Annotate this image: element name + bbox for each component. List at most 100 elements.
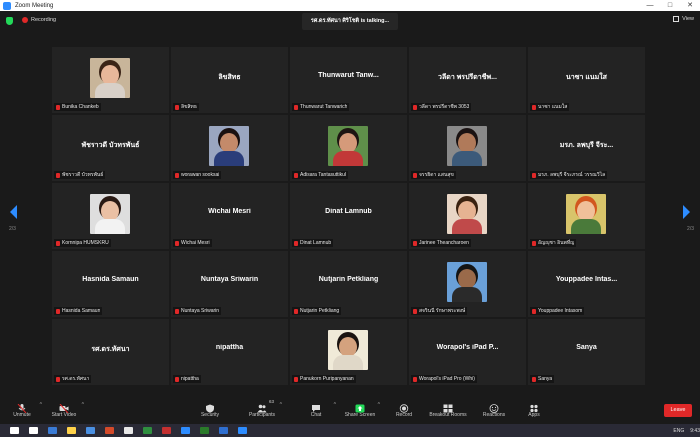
participant-tile[interactable]: ลิขสิทธ ลิขสิทธ [171, 47, 288, 113]
participant-tile[interactable]: nipattha nipattha [171, 319, 288, 385]
view-button[interactable]: View [673, 16, 694, 22]
participant-video [447, 126, 487, 166]
reactions-button[interactable]: Reactions [472, 398, 516, 422]
apps-button[interactable]: Apps [512, 398, 556, 422]
participant-tile[interactable]: Bunika Chankeb [52, 47, 169, 113]
start-button-icon[interactable] [10, 427, 19, 434]
breakout-rooms-button[interactable]: Breakout Rooms [426, 398, 470, 422]
face-body [452, 219, 482, 234]
participant-tile[interactable]: Thunwarut Tanw... Thunwarut Tanwarich [290, 47, 407, 113]
meeting-area: Recording รศ.ดร.ทัศนา ศิริโชติ is talkin… [0, 11, 700, 396]
participant-tile[interactable]: worawan sooksai [171, 115, 288, 181]
leave-button[interactable]: Leave [664, 404, 692, 417]
taskbar-app-icon[interactable] [124, 427, 133, 434]
participant-tile[interactable]: Hasnida Samaun Hasnida Samaun [52, 251, 169, 317]
participant-tile[interactable]: Worapol's iPad P... Worapol's iPad Pro (W… [409, 319, 526, 385]
participant-tile[interactable]: Wichai Mesri Wichai Mesri [171, 183, 288, 249]
participant-tile[interactable]: Nuntaya Sriwarin Nuntaya Sriwarin [171, 251, 288, 317]
participant-tile[interactable]: Jarinee Theancharoen [409, 183, 526, 249]
participant-name-label: Nutjarin Petkliang [292, 307, 342, 315]
mic-muted-icon [175, 240, 179, 246]
participant-name-label: ลิขสิทธ [173, 103, 199, 111]
taskbar-app-icon[interactable] [105, 427, 114, 434]
participant-name: นาซา แนมใส [538, 104, 568, 110]
participant-tile[interactable]: Dinat Lamnub Dinat Lamnub [290, 183, 407, 249]
participant-tile[interactable]: Kornnipa HUMSKRU [52, 183, 169, 249]
participant-tile[interactable]: Panukorn Puripanyanan [290, 319, 407, 385]
taskbar-app-icon[interactable] [200, 427, 209, 434]
chevron-up-icon[interactable]: ^ [280, 402, 282, 408]
taskbar-app-icon[interactable] [86, 427, 95, 434]
participant-name: จรรยิดา แสนสุข [419, 172, 454, 178]
recording-indicator[interactable]: Recording [22, 17, 56, 23]
participant-display-name: nipattha [215, 344, 244, 351]
participant-name-label: Adisara Tantasuttikul [292, 171, 349, 179]
taskbar-app-icon[interactable] [181, 427, 190, 434]
participant-tile[interactable]: Sanya Sanya [528, 319, 645, 385]
minimize-button[interactable]: — [640, 0, 660, 11]
participant-video [90, 58, 130, 98]
participant-name: worawan sooksai [181, 172, 220, 178]
windows-taskbar: ENG 9:43 [0, 424, 700, 437]
participant-display-name: Youppadee Intas... [555, 276, 618, 283]
participant-name-label: Thunwarut Tanwarich [292, 103, 350, 111]
participant-tile[interactable]: Adisara Tantasuttikul [290, 115, 407, 181]
participant-name-label: จรรยิดา แสนสุข [411, 171, 456, 179]
close-button[interactable]: ✕ [680, 0, 700, 11]
participant-tile[interactable]: รศ.ดร.ทัศนา รศ.ดร.ทัศนา [52, 319, 169, 385]
maximize-button[interactable]: □ [660, 0, 680, 11]
taskbar-app-icon[interactable] [67, 427, 76, 434]
participant-tile[interactable]: วลีดา พรปรีดาชีพ... วลีดา พรปรีดาชีพ 3053 [409, 47, 526, 113]
share-screen-button[interactable]: Share Screen ^ [338, 398, 382, 422]
participant-name: อัญญุชา อินพที่ญ [538, 240, 575, 246]
chevron-up-icon[interactable]: ^ [334, 402, 336, 408]
participant-tile[interactable]: นาซา แนมใส นาซา แนมใส [528, 47, 645, 113]
participants-button[interactable]: 63 Participants ^ [240, 398, 284, 422]
participant-display-name: Nutjarin Petkliang [318, 276, 379, 283]
system-tray: ENG 9:43 [667, 428, 700, 434]
face-head [339, 133, 357, 153]
next-page-button[interactable] [682, 204, 692, 220]
face-body [95, 219, 125, 234]
participant-name: Panukorn Puripanyanan [300, 376, 354, 382]
video-off-button[interactable]: Start Video ^ [42, 398, 86, 422]
participant-tile[interactable]: Nutjarin Petkliang Nutjarin Petkliang [290, 251, 407, 317]
previous-page-button[interactable] [8, 204, 18, 220]
participant-name: ลิขสิทธ [181, 104, 197, 110]
language-indicator[interactable]: ENG [673, 428, 684, 434]
mic-muted-icon [294, 172, 298, 178]
face-head [577, 201, 595, 221]
taskbar-app-icon[interactable] [143, 427, 152, 434]
participant-name: nipattha [181, 376, 199, 382]
participant-tile[interactable]: สจรินนี รักษาพระพงษ์ [409, 251, 526, 317]
taskbar-app-icon[interactable] [162, 427, 171, 434]
shield-button[interactable]: Security [188, 398, 232, 422]
mic-muted-icon [413, 104, 417, 110]
gallery-grid: Bunika Chankeb ลิขสิทธ ลิขสิทธ Thunwarut Ta… [52, 47, 648, 385]
encryption-shield-icon[interactable] [6, 17, 13, 25]
participant-face [90, 194, 130, 234]
record-button[interactable]: Record [382, 398, 426, 422]
page-indicator-right: 2/3 [687, 226, 694, 232]
clock[interactable]: 9:43 [690, 428, 700, 434]
participant-name: Bunika Chankeb [62, 104, 99, 110]
participant-tile[interactable]: อัญญุชา อินพที่ญ [528, 183, 645, 249]
page-indicator-left: 2/3 [9, 226, 16, 232]
microphone-muted-button[interactable]: Unmute ^ [0, 398, 44, 422]
participant-name-label: Sanya [530, 375, 555, 383]
participant-tile[interactable]: จรรยิดา แสนสุข [409, 115, 526, 181]
taskbar-app-icon[interactable] [48, 427, 57, 434]
chevron-up-icon[interactable]: ^ [82, 402, 84, 408]
taskbar-app-icon[interactable] [219, 427, 228, 434]
mic-muted-icon [294, 240, 298, 246]
taskbar-app-icon[interactable] [29, 427, 38, 434]
chat-button[interactable]: Chat ^ [294, 398, 338, 422]
taskbar-app-icon[interactable] [238, 427, 247, 434]
face-body [571, 219, 601, 234]
participant-tile[interactable]: มรภ. ลพบุรี จีระ... มรภ. ลพบุรี จีระภรณ์ … [528, 115, 645, 181]
participant-tile[interactable]: พัชราวดี บัวทรพันธ์ พัชราวดี บัวทรพันธ์ [52, 115, 169, 181]
participant-tile[interactable]: Youppadee Intas... Youppadee Intasom [528, 251, 645, 317]
participant-display-name: นาซา แนมใส [566, 74, 607, 81]
chevron-up-icon[interactable]: ^ [378, 402, 380, 408]
participant-name: Nuntaya Sriwarin [181, 308, 220, 314]
